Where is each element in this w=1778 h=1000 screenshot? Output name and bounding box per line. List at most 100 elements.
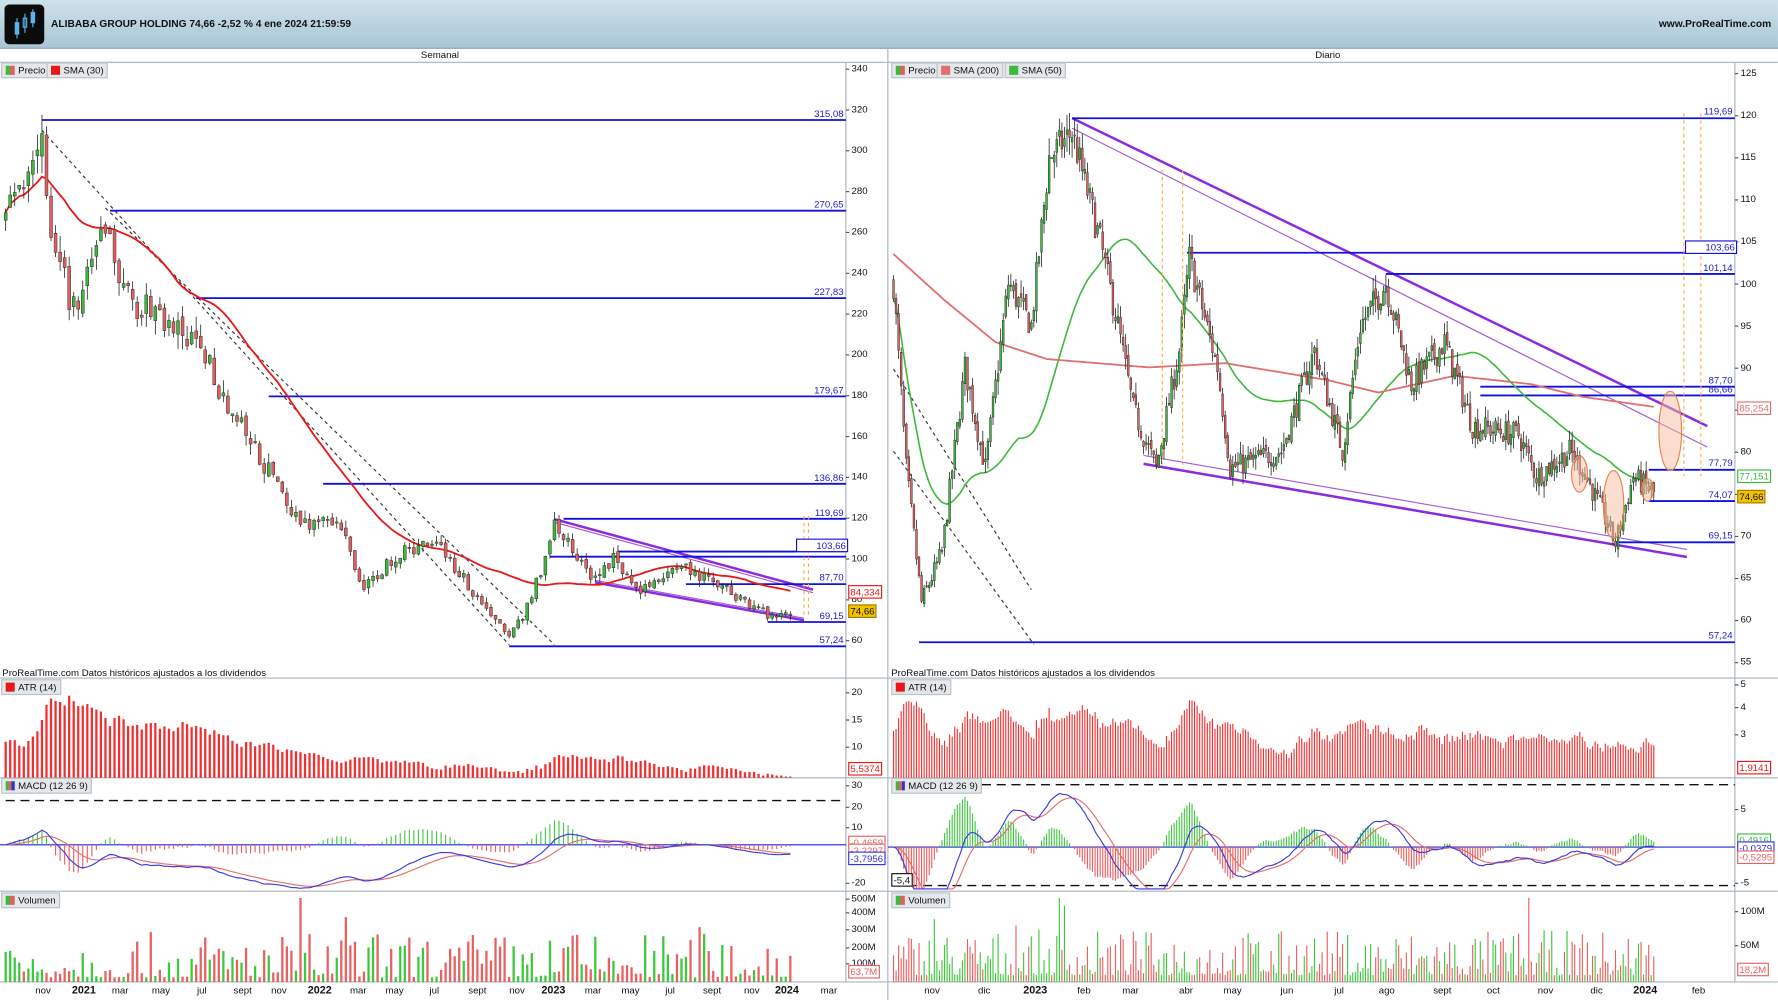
candle (457, 571, 461, 578)
candle (1030, 322, 1033, 330)
candle (1009, 284, 1013, 287)
legend-label: MACD (12 26 9) (908, 780, 978, 792)
level-label: 103,66 (1684, 240, 1738, 254)
legend-sma200[interactable]: SMA (200) (936, 62, 1004, 79)
candle (894, 298, 898, 314)
candle (276, 476, 280, 482)
legend-sma50[interactable]: SMA (50) (1004, 62, 1067, 79)
candle (1359, 332, 1362, 344)
legend-price[interactable]: Precio (891, 62, 941, 79)
candle (221, 392, 226, 397)
candle (280, 481, 285, 493)
candle (1568, 439, 1571, 455)
legend-volume[interactable]: Volumen (891, 892, 951, 909)
candle (230, 413, 235, 416)
candle (1343, 442, 1347, 463)
candle (1175, 370, 1178, 387)
candle (1560, 452, 1564, 464)
candle (1019, 293, 1023, 298)
price-axis-label: 200 (851, 348, 868, 360)
level-label: 227,83 (814, 285, 844, 297)
candle (661, 578, 666, 583)
candle (167, 320, 171, 329)
price-axis-label: 240 (851, 266, 868, 278)
candle (657, 579, 661, 582)
candle (1364, 317, 1367, 321)
legend-macd[interactable]: MACD (12 26 9) (1, 777, 93, 794)
candle (1119, 317, 1122, 335)
candle (1323, 374, 1326, 379)
level-label: 119,69 (1703, 105, 1733, 118)
legend-volume[interactable]: Volumen (1, 892, 61, 909)
candle (1397, 314, 1400, 329)
macd-axis-label: 20 (851, 800, 863, 812)
candle (956, 422, 959, 443)
candle (1254, 455, 1257, 459)
chart-background (0, 62, 1778, 982)
price-axis-label: 110 (1740, 193, 1756, 205)
candle (1267, 452, 1270, 463)
candle (1116, 316, 1120, 324)
candle (979, 442, 982, 446)
level-label: 77,79 (1708, 457, 1733, 469)
candle (357, 568, 362, 582)
candle (634, 582, 638, 588)
candle (999, 341, 1002, 371)
candle (13, 192, 17, 197)
legend-atr[interactable]: ATR (14) (1, 679, 62, 696)
time-axis-label: 2023 (541, 984, 566, 997)
candle (706, 574, 711, 577)
candle (1096, 225, 1099, 235)
candle (1326, 378, 1329, 407)
candle (1007, 284, 1010, 300)
candle (1022, 297, 1025, 302)
candle (1407, 369, 1411, 375)
legend-label: Volumen (18, 894, 56, 906)
candle (1017, 297, 1020, 308)
level-label: 87,70 (819, 571, 844, 583)
candle (976, 421, 979, 442)
charts-canvas[interactable] (0, 0, 1778, 1000)
candle (1349, 392, 1352, 420)
candle (629, 575, 634, 584)
legend-macd[interactable]: MACD (12 26 9) (891, 777, 983, 794)
time-axis-label: 2023 (1023, 984, 1048, 997)
candle (171, 321, 176, 334)
candle (1198, 282, 1201, 288)
candle (1320, 372, 1324, 375)
data-note: ProRealTime.com Datos históricos ajustad… (891, 666, 1156, 679)
candle (1372, 291, 1375, 306)
candle (775, 615, 779, 618)
time-axis-label: sept (233, 984, 252, 996)
candle (1458, 373, 1462, 377)
candle (162, 307, 167, 331)
candle (1522, 442, 1525, 449)
candle (989, 417, 992, 443)
candle (1298, 384, 1301, 421)
legend-price[interactable]: Precio (1, 62, 50, 79)
candle (1489, 425, 1492, 436)
legend-sma30[interactable]: SMA (30) (46, 62, 109, 79)
candle (679, 566, 684, 569)
candle (1384, 286, 1388, 293)
time-axis-label: feb (1077, 984, 1091, 996)
macd-min-value: -5,4 (891, 873, 913, 887)
legend-atr[interactable]: ATR (14) (891, 679, 952, 696)
candle (530, 597, 534, 604)
time-axis-label: nov (35, 984, 51, 996)
candle (1303, 372, 1306, 376)
candle (991, 396, 995, 418)
candle (1410, 371, 1413, 392)
candle (1550, 461, 1553, 476)
candle (784, 612, 788, 615)
candle (1221, 393, 1224, 417)
candle (643, 584, 647, 593)
candle (330, 517, 334, 526)
candle (1448, 345, 1451, 348)
time-axis-label: abr (1179, 984, 1194, 996)
candle (974, 415, 977, 424)
candle (575, 553, 579, 561)
candle (244, 415, 248, 436)
time-axis-label: 2024 (1633, 984, 1658, 997)
candle (743, 596, 747, 600)
